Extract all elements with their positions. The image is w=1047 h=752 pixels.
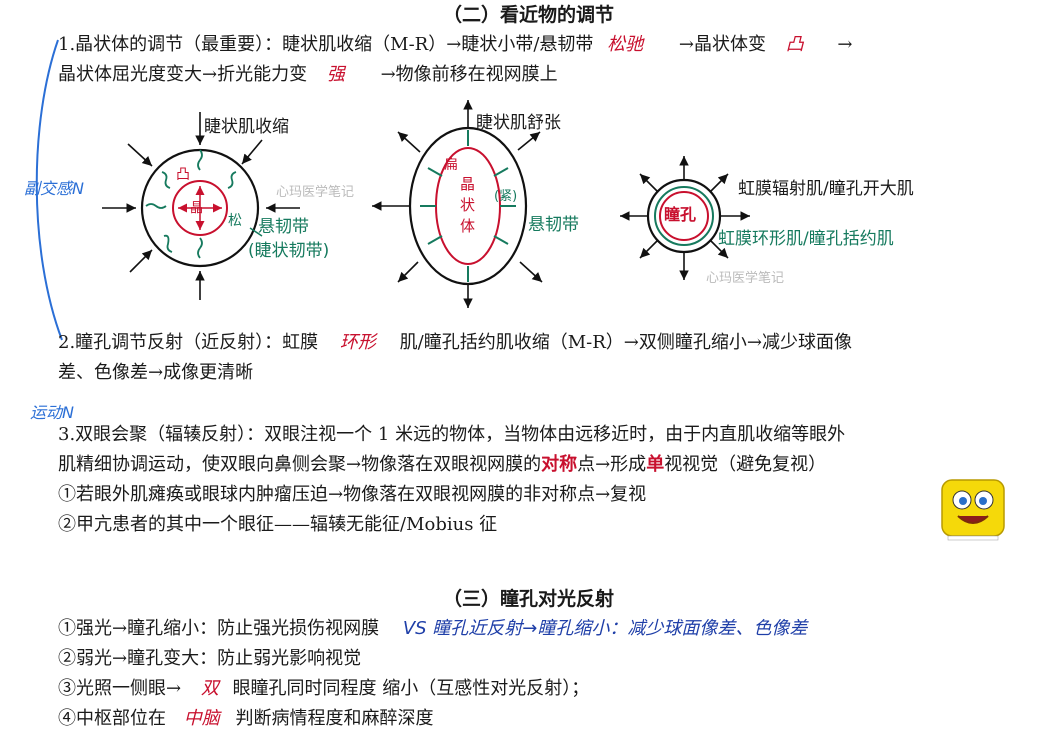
- s3-item1-compare: VS 瞳孔近反射→瞳孔缩小：减少球面像差、色像差: [402, 618, 808, 639]
- p2-red-circular: 环形: [339, 332, 376, 353]
- section3-title: （三）瞳孔对光反射: [443, 588, 615, 610]
- left-ligament-label: 悬韧带: [258, 217, 309, 237]
- right-circular-label: 虹膜环形肌/瞳孔括约肌: [718, 229, 894, 249]
- s3-item2: ②弱光→瞳孔变大：防止弱光影响视觉: [58, 648, 362, 669]
- middle-top-label: 睫状肌舒张: [476, 113, 561, 133]
- s3-red-midbrain: 中脑: [183, 708, 220, 729]
- p3-line1: 3.双眼会聚（辐辏反射）：双眼注视一个 1 米远的物体，当物体由远移近时，由于内…: [58, 424, 846, 445]
- p3-line2-text-b: 点→形成: [577, 454, 647, 475]
- p3-line4: ②甲亢患者的其中一个眼征——辐辏无能征/Mobius 征: [58, 514, 498, 535]
- p3-line2-text-c: 视视觉（避免复视）: [664, 454, 827, 475]
- p3-line2: 肌精细协调运动，使双眼向鼻侧会聚→物像落在双眼视网膜的对称点→形成单视视觉（避免…: [58, 454, 826, 476]
- p2-line2: 差、色像差→成像更清晰: [58, 362, 254, 383]
- s3-item3-text: ③光照一侧眼→: [58, 678, 182, 699]
- p2-line1-text: 2.瞳孔调节反射（近反射）：虹膜: [58, 332, 319, 353]
- p3-red-symmetric: 对称: [541, 454, 578, 475]
- s3-item1-text: ①强光→瞳孔缩小：防止强光损伤视网膜: [58, 618, 380, 639]
- s3-item4-text-b: 判断病情程度和麻醉深度: [235, 708, 434, 729]
- p3-line2-text: 肌精细协调运动，使双眼向鼻侧会聚→物像落在双眼视网膜的: [58, 454, 542, 475]
- middle-flat-label: 扁: [444, 157, 458, 173]
- s3-red-both: 双: [200, 678, 219, 699]
- p3-red-single: 单: [646, 454, 665, 475]
- left-center-label: 晶: [190, 201, 204, 216]
- sponge-sticker: [941, 479, 1005, 541]
- left-top-label: 睫状肌收缩: [204, 117, 289, 137]
- middle-lens-label: 晶 状 体: [460, 175, 476, 235]
- p3-line3: ①若眼外肌瘫痪或眼球内肿瘤压迫→物像落在双眼视网膜的非对称点→复视: [58, 484, 647, 505]
- middle-ligament-label: 悬韧带: [528, 215, 579, 235]
- s3-item3-text-b: 眼瞳孔同时同程度 缩小（互感性对光反射）；: [232, 678, 590, 699]
- s3-item3: ③光照一侧眼→ 双 眼瞳孔同时同程度 缩小（互感性对光反射）；: [58, 678, 589, 700]
- left-ligament-sub: (睫状韧带): [248, 241, 330, 261]
- watermark-left: 心玛医学笔记: [276, 185, 355, 200]
- p2-line1-text-b: 肌/瞳孔括约肌收缩（M-R）→双侧瞳孔缩小→减少球面像: [399, 332, 852, 353]
- right-radial-label: 虹膜辐射肌/瞳孔开大肌: [738, 179, 914, 199]
- right-pupil-label: 瞳孔: [664, 205, 697, 224]
- middle-tight-label: (紧): [494, 189, 518, 204]
- s3-item4-text: ④中枢部位在: [58, 708, 166, 729]
- left-loose-label: 松: [228, 213, 242, 229]
- s3-item1: ①强光→瞳孔缩小：防止强光损伤视网膜 VS 瞳孔近反射→瞳孔缩小：减少球面像差、…: [58, 618, 807, 640]
- p2-line1: 2.瞳孔调节反射（近反射）：虹膜 环形 肌/瞳孔括约肌收缩（M-R）→双侧瞳孔缩…: [58, 332, 852, 354]
- s3-item4: ④中枢部位在 中脑 判断病情程度和麻醉深度: [58, 708, 433, 730]
- left-convex-label: 凸: [176, 167, 190, 183]
- watermark-right: 心玛医学笔记: [706, 271, 785, 286]
